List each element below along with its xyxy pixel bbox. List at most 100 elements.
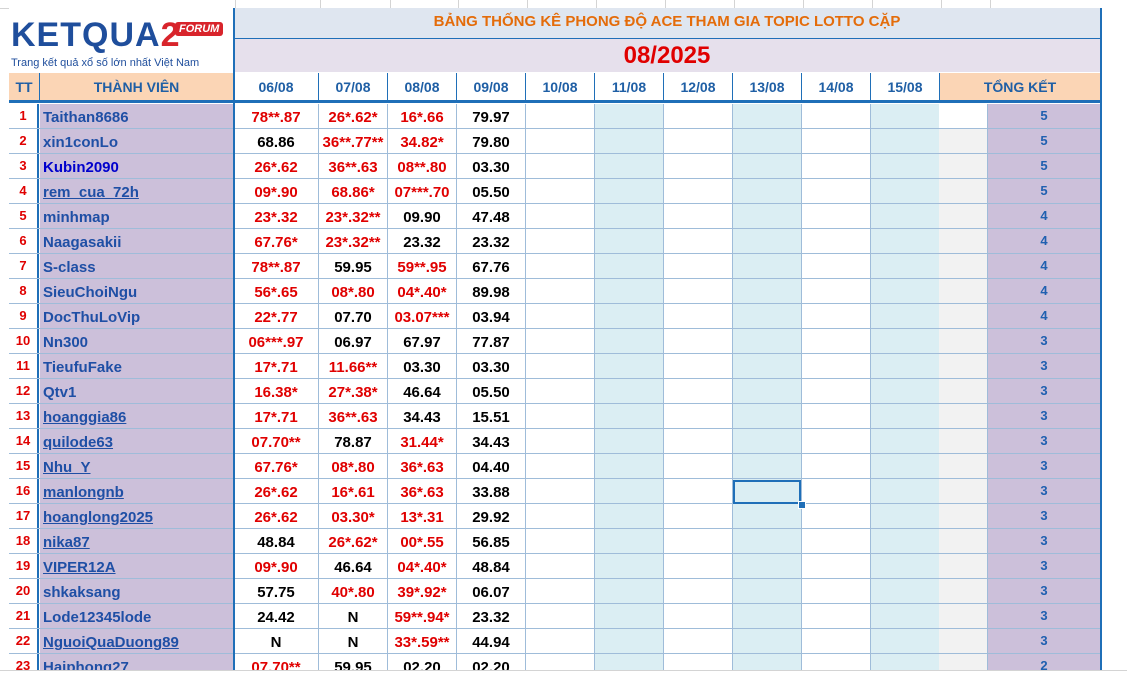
empty-day-cell[interactable] <box>802 254 871 278</box>
empty-day-cell[interactable] <box>595 129 664 153</box>
empty-day-cell[interactable] <box>733 304 802 328</box>
empty-day-cell[interactable] <box>664 429 733 453</box>
empty-day-cell[interactable] <box>664 604 733 628</box>
empty-day-cell[interactable] <box>802 604 871 628</box>
empty-day-cell[interactable] <box>595 304 664 328</box>
spacer-cell[interactable] <box>939 504 988 528</box>
day-result-cell[interactable]: 34.82* <box>388 129 457 153</box>
member-name[interactable]: nika87 <box>40 529 234 553</box>
day-result-cell[interactable]: 77.87 <box>457 329 526 353</box>
member-name[interactable]: manlongnb <box>40 479 234 503</box>
day-result-cell[interactable]: 36**.63 <box>319 404 388 428</box>
empty-day-cell[interactable] <box>871 654 940 670</box>
empty-day-cell[interactable] <box>664 479 733 503</box>
day-result-cell[interactable]: 26*.62 <box>234 504 319 528</box>
day-result-cell[interactable]: 26*.62 <box>234 154 319 178</box>
empty-day-cell[interactable] <box>664 354 733 378</box>
day-result-cell[interactable]: 03.30 <box>388 354 457 378</box>
empty-day-cell[interactable] <box>595 604 664 628</box>
empty-day-cell[interactable] <box>733 529 802 553</box>
empty-day-cell[interactable] <box>733 179 802 203</box>
empty-day-cell[interactable] <box>871 379 940 403</box>
empty-day-cell[interactable] <box>871 104 940 128</box>
empty-day-cell[interactable] <box>871 504 940 528</box>
day-result-cell[interactable]: 46.64 <box>319 554 388 578</box>
member-name[interactable]: hoanglong2025 <box>40 504 234 528</box>
day-result-cell[interactable]: 26*.62* <box>319 529 388 553</box>
empty-day-cell[interactable] <box>733 629 802 653</box>
empty-day-cell[interactable] <box>733 404 802 428</box>
empty-day-cell[interactable] <box>733 279 802 303</box>
day-result-cell[interactable]: 06.07 <box>457 579 526 603</box>
empty-day-cell[interactable] <box>733 104 802 128</box>
day-result-cell[interactable]: 59.95 <box>319 254 388 278</box>
spacer-cell[interactable] <box>939 104 988 128</box>
empty-day-cell[interactable] <box>733 579 802 603</box>
spacer-cell[interactable] <box>939 354 988 378</box>
day-result-cell[interactable]: 78**.87 <box>234 104 319 128</box>
day-result-cell[interactable]: 03.30 <box>457 354 526 378</box>
member-name[interactable]: SieuChoiNgu <box>40 279 234 303</box>
empty-day-cell[interactable] <box>526 129 595 153</box>
empty-day-cell[interactable] <box>526 404 595 428</box>
day-result-cell[interactable]: 68.86* <box>319 179 388 203</box>
day-result-cell[interactable]: 68.86 <box>234 129 319 153</box>
member-name[interactable]: Kubin2090 <box>40 154 234 178</box>
member-name[interactable]: hoanggia86 <box>40 404 234 428</box>
day-result-cell[interactable]: 31.44* <box>388 429 457 453</box>
empty-day-cell[interactable] <box>664 629 733 653</box>
empty-day-cell[interactable] <box>802 204 871 228</box>
day-result-cell[interactable]: 07.70** <box>234 654 319 670</box>
member-name[interactable]: TieufuFake <box>40 354 234 378</box>
empty-day-cell[interactable] <box>664 379 733 403</box>
empty-day-cell[interactable] <box>664 404 733 428</box>
spacer-cell[interactable] <box>939 554 988 578</box>
empty-day-cell[interactable] <box>664 329 733 353</box>
empty-day-cell[interactable] <box>733 604 802 628</box>
member-name[interactable]: xin1conLo <box>40 129 234 153</box>
member-name[interactable]: NguoiQuaDuong89 <box>40 629 234 653</box>
empty-day-cell[interactable] <box>595 554 664 578</box>
empty-day-cell[interactable] <box>802 279 871 303</box>
day-result-cell[interactable]: 59**.95 <box>388 254 457 278</box>
empty-day-cell[interactable] <box>595 279 664 303</box>
empty-day-cell[interactable] <box>526 229 595 253</box>
empty-day-cell[interactable] <box>871 429 940 453</box>
empty-day-cell[interactable] <box>595 254 664 278</box>
day-result-cell[interactable]: 79.80 <box>457 129 526 153</box>
day-result-cell[interactable]: 03.94 <box>457 304 526 328</box>
day-result-cell[interactable]: 59**.94* <box>388 604 457 628</box>
spacer-cell[interactable] <box>939 579 988 603</box>
day-result-cell[interactable]: 36*.63 <box>388 454 457 478</box>
empty-day-cell[interactable] <box>871 254 940 278</box>
empty-day-cell[interactable] <box>664 229 733 253</box>
empty-day-cell[interactable] <box>664 154 733 178</box>
day-result-cell[interactable]: 46.64 <box>388 379 457 403</box>
empty-day-cell[interactable] <box>802 454 871 478</box>
empty-day-cell[interactable] <box>526 479 595 503</box>
empty-day-cell[interactable] <box>871 529 940 553</box>
empty-day-cell[interactable] <box>802 654 871 670</box>
empty-day-cell[interactable] <box>733 204 802 228</box>
day-result-cell[interactable]: 34.43 <box>457 429 526 453</box>
empty-day-cell[interactable] <box>871 629 940 653</box>
empty-day-cell[interactable] <box>526 629 595 653</box>
empty-day-cell[interactable] <box>733 654 802 670</box>
empty-day-cell[interactable] <box>595 229 664 253</box>
empty-day-cell[interactable] <box>526 254 595 278</box>
day-result-cell[interactable]: 09*.90 <box>234 554 319 578</box>
member-name[interactable]: Nn300 <box>40 329 234 353</box>
empty-day-cell[interactable] <box>664 579 733 603</box>
empty-day-cell[interactable] <box>664 279 733 303</box>
day-result-cell[interactable]: 08*.80 <box>319 279 388 303</box>
empty-day-cell[interactable] <box>733 329 802 353</box>
empty-day-cell[interactable] <box>802 579 871 603</box>
empty-day-cell[interactable] <box>595 479 664 503</box>
spacer-cell[interactable] <box>939 379 988 403</box>
empty-day-cell[interactable] <box>526 654 595 670</box>
empty-day-cell[interactable] <box>871 604 940 628</box>
fill-handle[interactable] <box>798 501 806 509</box>
spacer-cell[interactable] <box>939 404 988 428</box>
empty-day-cell[interactable] <box>733 129 802 153</box>
empty-day-cell[interactable] <box>526 329 595 353</box>
